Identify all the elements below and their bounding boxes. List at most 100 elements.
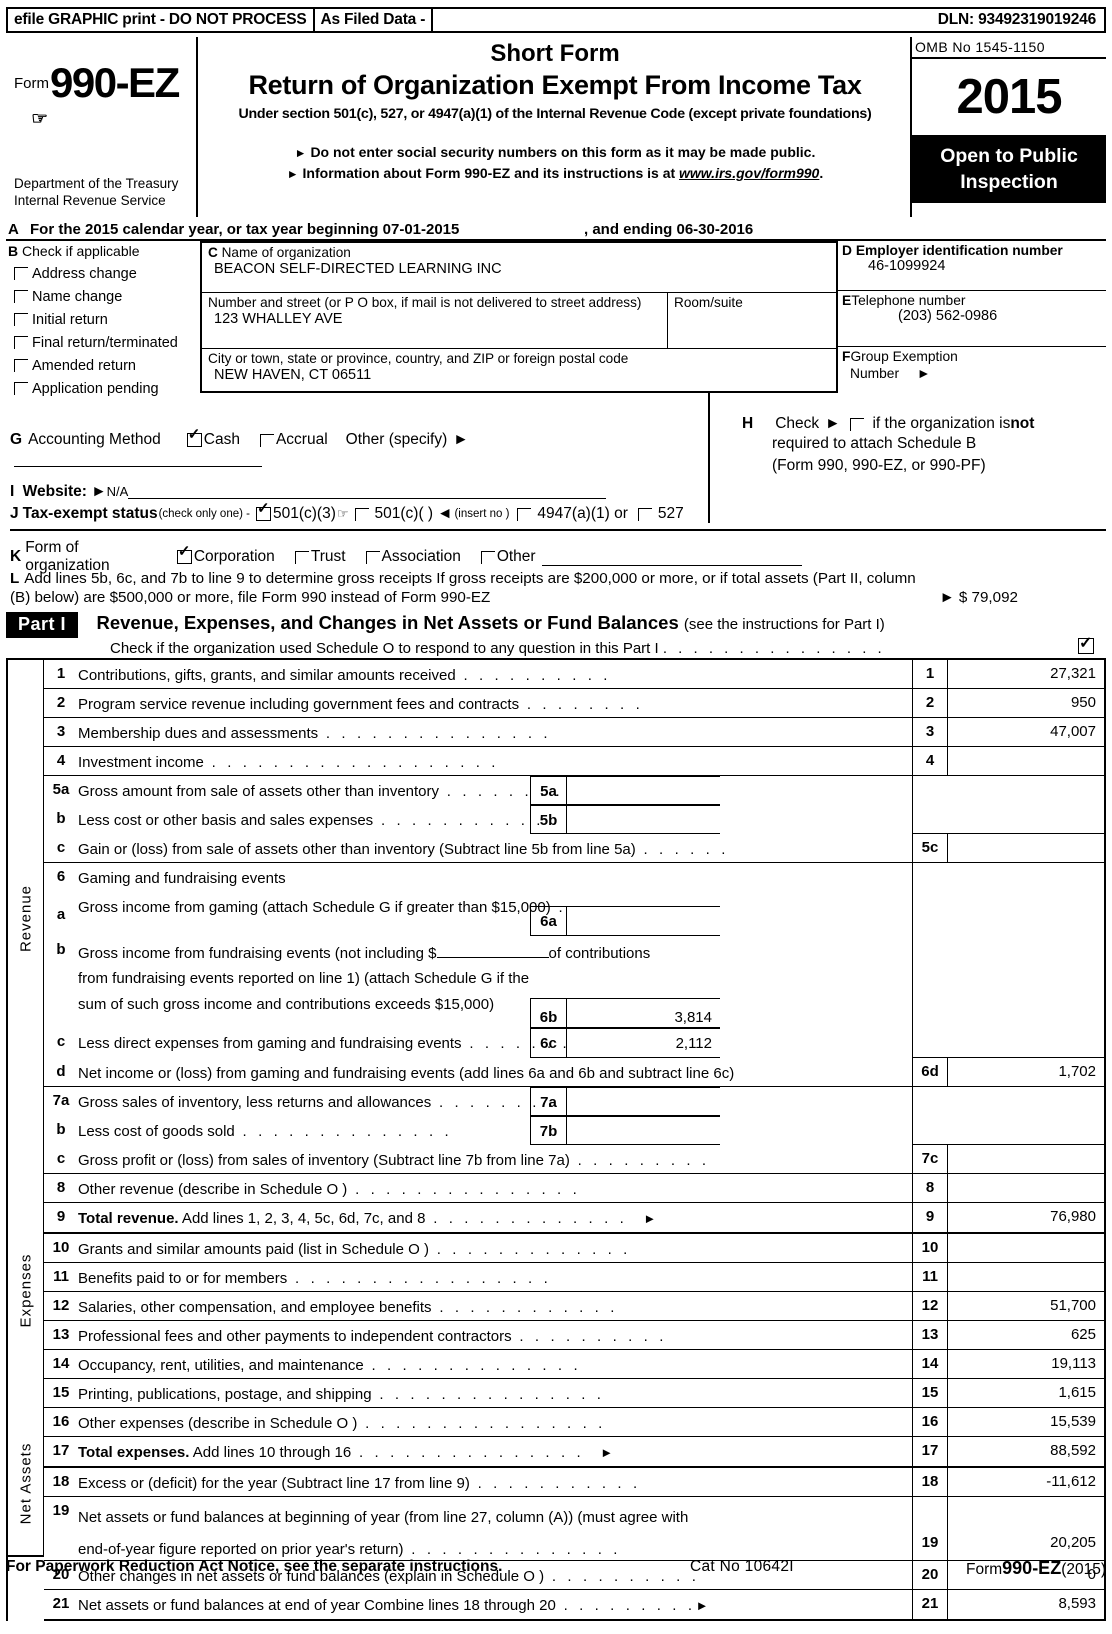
revenue-vertical-label: Revenue xyxy=(17,884,35,953)
gross-receipts-amount: $ 79,092 xyxy=(958,589,1018,606)
row-13-code: 13 xyxy=(912,1321,948,1349)
row-6a-blank-right xyxy=(912,892,1104,936)
part1-chip: Part I xyxy=(6,612,79,638)
row-8-description: Other revenue (describe in Schedule O ) … xyxy=(78,1174,912,1202)
bullet-no-ssn: ► Do not enter social security numbers o… xyxy=(200,144,910,160)
row-7b-value[interactable] xyxy=(567,1117,720,1144)
expenses-rows-group: 10 Grants and similar amounts paid (list… xyxy=(44,1234,1104,1468)
website-value[interactable]: N/A xyxy=(107,484,129,499)
row-16-description: Other expenses (describe in Schedule O )… xyxy=(78,1408,912,1436)
row-5c-value[interactable] xyxy=(948,834,1104,862)
section-j-taxexempt-status: J Tax-exempt status (check only one) - ✓… xyxy=(10,501,684,523)
section-d-letter: D xyxy=(842,243,852,258)
section-l-text-line2: (B) below) are $500,000 or more, file Fo… xyxy=(10,589,491,606)
row-7a-value[interactable] xyxy=(567,1088,720,1115)
row-15-value[interactable]: 1,615 xyxy=(948,1379,1104,1407)
row-5a-value[interactable] xyxy=(567,777,720,804)
org-name-value: BEACON SELF-DIRECTED LEARNING INC xyxy=(214,261,502,277)
footer-form-number: 990-EZ xyxy=(1002,1558,1062,1578)
checkbox-amended-return[interactable]: Amended return xyxy=(6,354,198,377)
checkbox-icon-trust[interactable] xyxy=(294,550,309,564)
row-7c-value[interactable] xyxy=(948,1145,1104,1173)
checkbox-icon-other-org[interactable] xyxy=(480,550,495,564)
row-19-value[interactable]: 20,205 xyxy=(948,1497,1104,1560)
checkbox-label-final-return: Final return/terminated xyxy=(32,334,178,351)
checkbox-icon-initial-return[interactable] xyxy=(14,313,28,326)
row-6c-value[interactable]: 2,112 xyxy=(567,1029,720,1057)
row-18-value[interactable]: -11,612 xyxy=(948,1468,1104,1496)
row-3-value[interactable]: 47,007 xyxy=(948,718,1104,746)
revenue-rows-group: 1 Contributions, gifts, grants, and simi… xyxy=(44,660,1104,1234)
group-exemption-label-2: Number xyxy=(850,366,900,381)
row-6c-description: Less direct expenses from gaming and fun… xyxy=(78,1028,912,1058)
checkbox-icon-application-pending[interactable] xyxy=(14,382,28,395)
row-11-value[interactable] xyxy=(948,1263,1104,1291)
checkbox-icon-501c[interactable] xyxy=(354,507,369,521)
omb-number-label: OMB No 1545-1150 xyxy=(912,37,1106,59)
checkbox-label-association: Association xyxy=(381,548,461,565)
row-2-desc-text: Program service revenue including govern… xyxy=(78,696,520,713)
row-12-desc-text: Salaries, other compensation, and employ… xyxy=(78,1299,432,1316)
checkbox-icon-501c3[interactable]: ✓ xyxy=(255,501,271,521)
row-6a-value[interactable] xyxy=(567,907,720,935)
row-3-description: Membership dues and assessments . . . . … xyxy=(78,718,912,746)
section-l-gross-receipts: L Add lines 5b, 6c, and 7b to line 9 to … xyxy=(10,569,1106,607)
table-row-14: 14 Occupancy, rent, utilities, and maint… xyxy=(44,1350,1104,1379)
row-6b-value[interactable]: 3,814 xyxy=(567,999,720,1027)
row-7b-desc-text: Less cost of goods sold xyxy=(78,1123,235,1140)
row-19-number: 19 xyxy=(52,1502,70,1519)
checkbox-icon-corporation[interactable]: ✓ xyxy=(176,544,192,564)
row-8-value[interactable] xyxy=(948,1174,1104,1202)
section-j-divider xyxy=(10,529,1106,531)
row-5b-description: Less cost or other basis and sales expen… xyxy=(78,805,912,834)
checkbox-label-527: 527 xyxy=(657,505,684,522)
checkbox-icon-schedule-b[interactable] xyxy=(850,418,865,431)
row-15-description: Printing, publications, postage, and shi… xyxy=(78,1379,912,1407)
checkbox-icon-final-return[interactable] xyxy=(14,336,28,349)
checkbox-label-accrual: Accrual xyxy=(275,431,328,448)
checkbox-initial-return[interactable]: Initial return xyxy=(6,308,198,331)
telephone-segment: ETelephone number (203) 562-0986 xyxy=(838,291,1106,347)
checkbox-icon-amended-return[interactable] xyxy=(14,359,28,372)
row-4-code: 4 xyxy=(912,747,948,775)
row-6b-blank-fill[interactable] xyxy=(436,943,549,958)
checkbox-final-return[interactable]: Final return/terminated xyxy=(6,331,198,354)
checkbox-address-change[interactable]: Address change xyxy=(6,262,198,285)
row-4-value[interactable] xyxy=(948,747,1104,775)
row-6d-value[interactable]: 1,702 xyxy=(948,1058,1104,1086)
checkbox-icon-cash[interactable]: ✓ xyxy=(186,427,202,447)
row-10-number: 10 xyxy=(52,1239,70,1256)
row-17-value[interactable]: 88,592 xyxy=(948,1437,1104,1466)
insert-no-label: (insert no ) xyxy=(454,508,510,520)
checkbox-name-change[interactable]: Name change xyxy=(6,285,198,308)
leader-dots-9: . . . . . . . . . . . . . xyxy=(425,1210,628,1227)
row-5a-desc-text: Gross amount from sale of assets other t… xyxy=(78,783,440,800)
checkbox-icon-527[interactable] xyxy=(637,507,652,521)
row-16-value[interactable]: 15,539 xyxy=(948,1408,1104,1436)
efile-header-bar: efile GRAPHIC print - DO NOT PROCESS As … xyxy=(6,7,1106,33)
checkbox-application-pending[interactable]: Application pending xyxy=(6,377,198,400)
checkbox-icon-accrual[interactable] xyxy=(259,433,274,447)
row-13-value[interactable]: 625 xyxy=(948,1321,1104,1349)
row-6b-line1-post: of contributions xyxy=(548,945,651,962)
row-5b-value[interactable] xyxy=(567,806,720,833)
row-12-number: 12 xyxy=(52,1297,70,1314)
checkbox-icon-schedule-o[interactable]: ✓ xyxy=(1078,635,1094,654)
row-7a-description: Gross sales of inventory, less returns a… xyxy=(78,1087,912,1116)
row-9-value[interactable]: 76,980 xyxy=(948,1203,1104,1232)
checkbox-icon-association[interactable] xyxy=(365,550,380,564)
row-2-value[interactable]: 950 xyxy=(948,689,1104,717)
row-14-value[interactable]: 19,113 xyxy=(948,1350,1104,1378)
check-tick-corporation: ✓ xyxy=(177,543,191,560)
row-1-value[interactable]: 27,321 xyxy=(948,660,1104,688)
row-12-value[interactable]: 51,700 xyxy=(948,1292,1104,1320)
irs-website-link[interactable]: www.irs.gov/form990 xyxy=(679,165,819,181)
checkbox-icon-address-change[interactable] xyxy=(14,267,28,280)
row-10-value[interactable] xyxy=(948,1234,1104,1262)
org-room-cell: Room/suite xyxy=(668,293,836,348)
checkbox-icon-4947a1[interactable] xyxy=(517,507,532,521)
row-21-value[interactable]: 8,593 xyxy=(948,1590,1104,1619)
arrow-right-icon-row17: ► xyxy=(600,1445,614,1460)
checkbox-icon-name-change[interactable] xyxy=(14,290,28,303)
leader-dots-15: . . . . . . . . . . . . . . . xyxy=(371,1386,605,1403)
